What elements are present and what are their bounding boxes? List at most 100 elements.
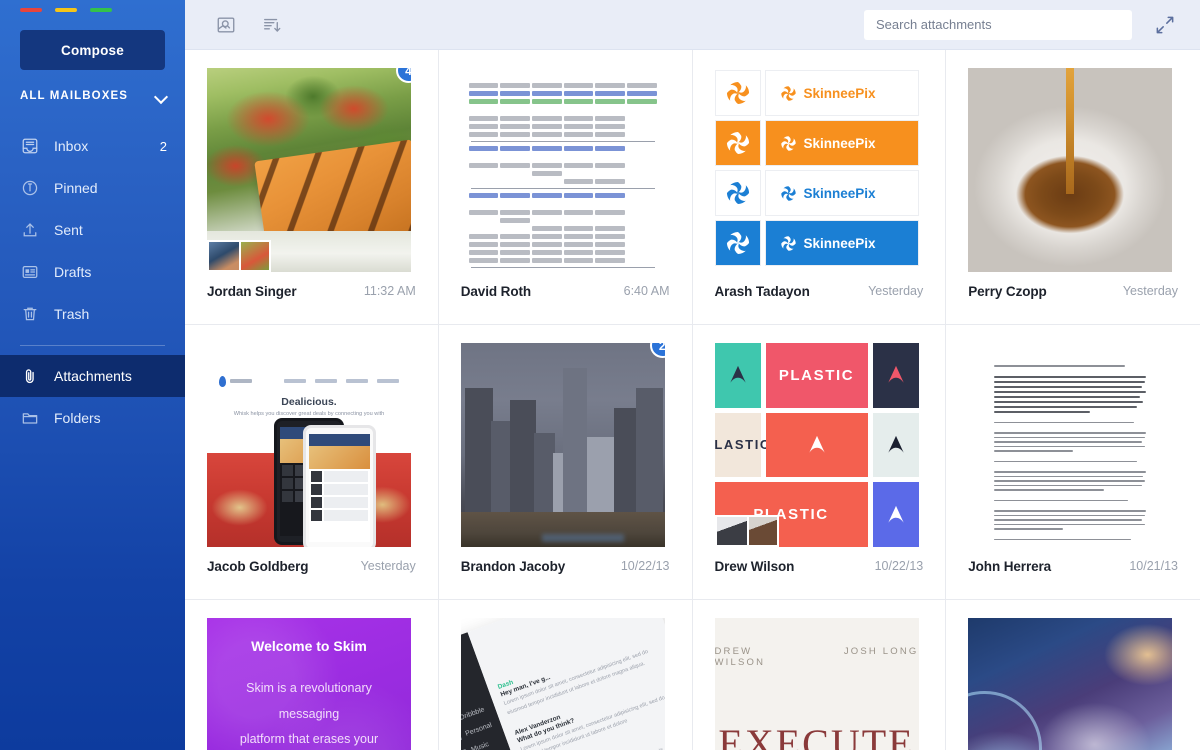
phone-mockup-light bbox=[302, 424, 377, 547]
sidebar-item-label: Pinned bbox=[54, 180, 98, 196]
toolbar bbox=[185, 0, 1200, 50]
attachment-thumbnail[interactable]: Welcome to Skim Skim is a revolutionary … bbox=[207, 618, 411, 750]
attachment-thumbnail[interactable] bbox=[460, 68, 665, 272]
attachment-thumbnail[interactable] bbox=[968, 618, 1173, 750]
expand-diagonal-icon[interactable] bbox=[1152, 12, 1178, 38]
sidebar-item-trash[interactable]: Trash bbox=[0, 293, 185, 335]
sender-name: Drew Wilson bbox=[714, 558, 795, 574]
paperclip-icon bbox=[20, 366, 40, 386]
plastic-wordmark: PLASTIC bbox=[714, 437, 771, 453]
sender-name: Brandon Jacoby bbox=[460, 558, 566, 574]
window-controls bbox=[20, 8, 112, 12]
attachment-thumbnail[interactable] bbox=[968, 68, 1173, 272]
drafts-icon bbox=[20, 262, 40, 282]
sender-name: Jacob Goldberg bbox=[207, 558, 309, 574]
deal-nav-links bbox=[283, 379, 399, 384]
attachment-meta: David Roth 6:40 AM bbox=[461, 272, 670, 310]
minimize-window-button[interactable] bbox=[55, 8, 77, 12]
main-panel: 4 Jordan Singer 11:32 AM bbox=[185, 0, 1200, 750]
sidebar-item-pinned[interactable]: Pinned bbox=[0, 167, 185, 209]
chevron-down-icon bbox=[156, 91, 167, 102]
attachment-time: 6:40 AM bbox=[623, 284, 670, 298]
attachment-time: 11:32 AM bbox=[363, 284, 416, 298]
whisk-logo bbox=[219, 375, 253, 387]
attachment-card[interactable]: Dealicious. Whisk helps you discover gre… bbox=[185, 325, 439, 600]
sidebar-item-inbox[interactable]: Inbox 2 bbox=[0, 125, 185, 167]
sender-name: Arash Tadayon bbox=[714, 283, 810, 299]
execute-book-cover: DREW WILSON JOSH LONG EXECUTE bbox=[714, 618, 919, 750]
skim-body-line: Skim is a revolutionary messaging bbox=[246, 681, 372, 721]
attachment-thumbnail[interactable]: DREW WILSON JOSH LONG EXECUTE bbox=[714, 618, 919, 750]
sidebar-item-sent[interactable]: Sent bbox=[0, 209, 185, 251]
plastic-word-tile: PLASTIC bbox=[765, 343, 868, 408]
sender-name: Jordan Singer bbox=[207, 283, 297, 299]
execute-author-right: JOSH LONG bbox=[843, 646, 919, 657]
sidebar-item-attachments[interactable]: Attachments bbox=[0, 355, 185, 397]
attachment-card[interactable]: Welcome to Skim Skim is a revolutionary … bbox=[185, 600, 439, 750]
close-window-button[interactable] bbox=[20, 8, 42, 12]
sidebar-item-label: Trash bbox=[54, 306, 90, 322]
plastic-mark-tile bbox=[872, 412, 919, 478]
attachment-card[interactable]: Dribbble Personal Music Dash Hey man, I'… bbox=[439, 600, 693, 750]
spreadsheet-screenshot bbox=[460, 68, 665, 272]
attachment-card[interactable]: 2 Brandon Jacoby 10/22/13 bbox=[438, 325, 693, 600]
attachment-thumbnail[interactable] bbox=[968, 343, 1173, 547]
sidebar-item-label: Inbox bbox=[54, 138, 89, 154]
all-mailboxes-label: ALL MAILBOXES bbox=[20, 90, 129, 102]
compose-button[interactable]: Compose bbox=[20, 30, 165, 70]
sidebar-item-folders[interactable]: Folders bbox=[0, 397, 185, 439]
attachment-card[interactable]: John Herrera 10/21/13 bbox=[946, 325, 1200, 600]
skinneepix-wordmark: SkinneePix bbox=[803, 235, 876, 251]
attachment-thumbnail[interactable]: Dribbble Personal Music Dash Hey man, I'… bbox=[460, 618, 665, 750]
image-preview-icon[interactable] bbox=[213, 12, 239, 38]
all-mailboxes-header[interactable]: ALL MAILBOXES bbox=[20, 90, 167, 102]
sort-descending-icon[interactable] bbox=[259, 12, 285, 38]
plastic-mark-tile bbox=[714, 343, 761, 408]
skinneepix-wordmark: SkinneePix bbox=[803, 185, 876, 201]
avatar bbox=[239, 240, 271, 272]
sender-name: John Herrera bbox=[968, 558, 1052, 574]
attachment-thumbnail[interactable]: 4 bbox=[207, 68, 411, 272]
search-input[interactable] bbox=[864, 9, 1132, 40]
attachment-card[interactable]: 4 Jordan Singer 11:32 AM bbox=[185, 50, 439, 325]
sent-icon bbox=[20, 220, 40, 240]
avatar bbox=[746, 515, 779, 547]
avatar bbox=[714, 515, 747, 547]
skim-welcome-card: Welcome to Skim Skim is a revolutionary … bbox=[207, 618, 411, 750]
attachment-thumbnail[interactable]: SkinneePix SkinneePix SkinneePix Skinnee… bbox=[714, 68, 919, 272]
attachment-meta: Drew Wilson 10/22/13 bbox=[715, 547, 924, 585]
sidebar-item-label: Attachments bbox=[54, 368, 132, 384]
attachment-meta: Jordan Singer 11:32 AM bbox=[207, 272, 416, 310]
search-area bbox=[864, 9, 1178, 40]
attachment-card[interactable]: DREW WILSON JOSH LONG EXECUTE bbox=[693, 600, 947, 750]
attachment-thumbnail[interactable]: 2 bbox=[460, 343, 665, 547]
inbox-unread-count: 2 bbox=[159, 138, 167, 154]
sender-avatars bbox=[207, 240, 271, 272]
attachment-thumbnail[interactable]: Dealicious. Whisk helps you discover gre… bbox=[207, 343, 411, 547]
plastic-wordmark: PLASTIC bbox=[778, 366, 855, 384]
skinneepix-wordmark: SkinneePix bbox=[803, 85, 876, 101]
maximize-window-button[interactable] bbox=[90, 8, 112, 12]
sidebar-item-label: Drafts bbox=[54, 264, 92, 280]
attachment-meta: Brandon Jacoby 10/22/13 bbox=[461, 547, 670, 585]
sidebar-item-drafts[interactable]: Drafts bbox=[0, 251, 185, 293]
plastic-word-tile: PLASTIC bbox=[714, 412, 769, 478]
cosmic-sky-photo bbox=[968, 618, 1173, 750]
skinneepix-logo-sheet: SkinneePix SkinneePix SkinneePix Skinnee… bbox=[714, 68, 919, 272]
mail-app-mockup: Dribbble Personal Music Dash Hey man, I'… bbox=[460, 618, 665, 750]
sidebar-divider bbox=[20, 345, 165, 346]
attachments-grid: 4 Jordan Singer 11:32 AM bbox=[185, 50, 1200, 750]
attachment-thumbnail[interactable]: PLASTIC PLASTIC PLASTIC bbox=[714, 343, 919, 547]
attachment-meta: Perry Czopp Yesterday bbox=[968, 272, 1178, 310]
sidebar-item-label: Sent bbox=[54, 222, 83, 238]
attachment-card[interactable]: David Roth 6:40 AM bbox=[438, 50, 693, 325]
attachment-card[interactable]: PLASTIC PLASTIC PLASTIC bbox=[692, 325, 947, 600]
dealicious-headline: Dealicious. bbox=[281, 396, 337, 409]
sidebar: Compose ALL MAILBOXES Inbox 2 Pinned Sen… bbox=[0, 0, 185, 750]
attachment-card[interactable]: Perry Czopp Yesterday bbox=[946, 50, 1200, 325]
attachment-card[interactable] bbox=[946, 600, 1200, 750]
sender-avatars bbox=[714, 515, 779, 547]
attachment-card[interactable]: SkinneePix SkinneePix SkinneePix Skinnee… bbox=[692, 50, 947, 325]
skinneepix-wordmark: SkinneePix bbox=[803, 135, 876, 151]
pin-icon bbox=[20, 178, 40, 198]
